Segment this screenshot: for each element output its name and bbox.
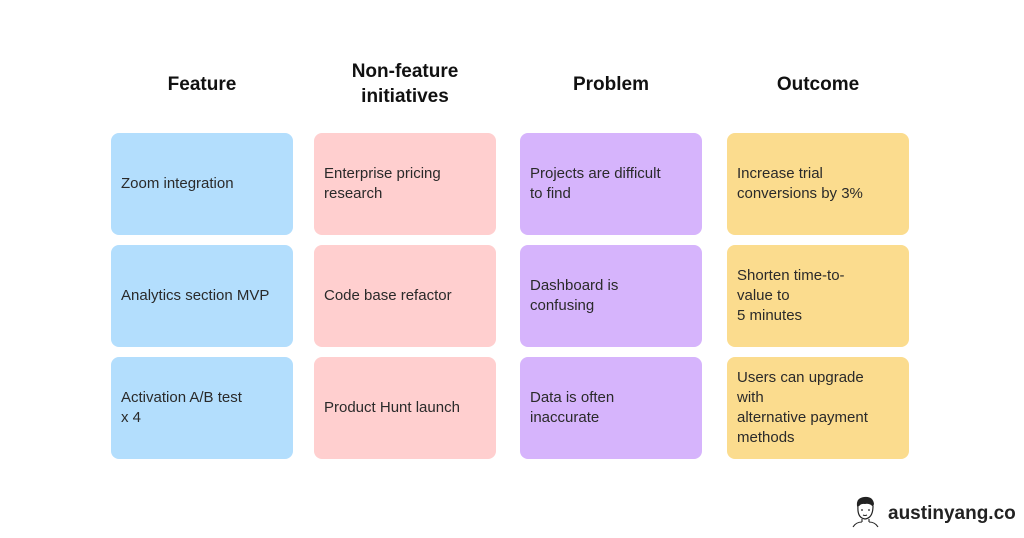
card-text: Data is often inaccurate — [530, 389, 615, 426]
card-text: Enterprise pricing research — [324, 165, 441, 202]
card-text: Analytics section MVP — [121, 287, 270, 304]
card-problem-2: Dashboard is confusing — [520, 245, 702, 347]
card-text: Users can upgrade with alternative payme… — [737, 369, 868, 446]
card-outcome-3: Users can upgrade with alternative payme… — [727, 357, 909, 459]
card-problem-3: Data is often inaccurate — [520, 357, 702, 459]
card-non-feature-3: Product Hunt launch — [314, 357, 496, 459]
card-problem-1: Projects are difficult to find — [520, 133, 702, 235]
card-text: Activation A/B test x 4 — [121, 389, 242, 426]
header-non-feature: Non-feature initiatives — [351, 61, 459, 107]
card-text: Increase trial conversions by 3% — [737, 165, 863, 202]
card-feature-1: Zoom integration — [111, 133, 293, 235]
card-text: Product Hunt launch — [324, 399, 460, 416]
card-outcome-2: Shorten time-to- value to 5 minutes — [727, 245, 909, 347]
card-feature-2: Analytics section MVP — [111, 245, 293, 347]
header-outcome: Outcome — [776, 73, 860, 95]
header-feature: Feature — [167, 73, 237, 95]
card-text: Shorten time-to- value to 5 minutes — [737, 267, 845, 324]
card-non-feature-1: Enterprise pricing research — [314, 133, 496, 235]
card-feature-3: Activation A/B test x 4 — [111, 357, 293, 459]
card-text: Code base refactor — [324, 287, 452, 304]
card-text: Projects are difficult to find — [530, 165, 661, 202]
header-problem: Problem — [572, 73, 650, 95]
card-text: Dashboard is confusing — [530, 277, 619, 314]
brand-name: austinyang.co — [888, 502, 1016, 524]
card-non-feature-2: Code base refactor — [314, 245, 496, 347]
card-outcome-1: Increase trial conversions by 3% — [727, 133, 909, 235]
brand: austinyang.co — [850, 494, 1016, 533]
avatar-face-icon — [850, 494, 880, 533]
card-text: Zoom integration — [121, 175, 234, 192]
